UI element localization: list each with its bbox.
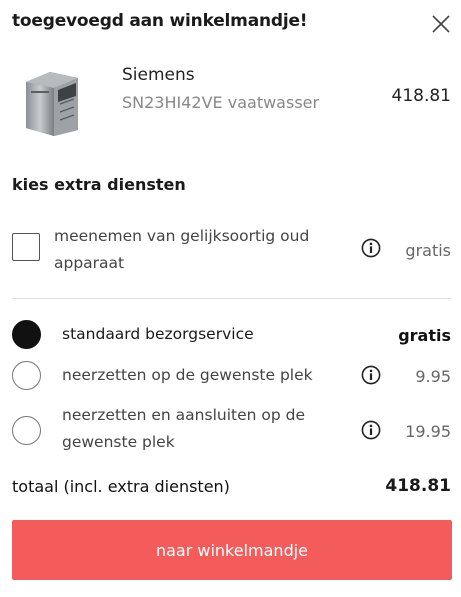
delivery-price-standard: gratis	[398, 326, 451, 345]
info-icon[interactable]	[361, 420, 381, 440]
delivery-price-installation: 19.95	[405, 422, 451, 441]
divider	[12, 298, 451, 299]
dishwasher-image	[26, 72, 78, 136]
product-brand: Siemens	[122, 65, 195, 85]
go-to-cart-label: naar winkelmandje	[155, 540, 309, 560]
modal-title: toegevoegd aan winkelmandje!	[12, 11, 308, 31]
takeback-label: meenemen van gelijksoortig oud apparaat	[54, 223, 309, 277]
added-to-cart-modal: toegevoegd aan winkelmandje! Siemens SN2…	[0, 0, 461, 597]
product-model: SN23HI42VE vaatwasser	[122, 93, 320, 112]
delivery-label-installation-line2: gewenste plek	[62, 433, 175, 451]
takeback-price: gratis	[405, 241, 451, 260]
total-label: totaal (incl. extra diensten)	[12, 477, 230, 496]
info-icon[interactable]	[361, 238, 381, 258]
close-icon[interactable]	[430, 13, 452, 35]
takeback-checkbox[interactable]	[12, 233, 40, 261]
delivery-label-installation-line1: neerzetten en aansluiten op de	[62, 406, 305, 424]
delivery-label-standard: standaard bezorgservice	[62, 325, 254, 343]
delivery-price-placement: 9.95	[415, 367, 451, 386]
info-icon[interactable]	[361, 365, 381, 385]
delivery-label-placement: neerzetten op de gewenste plek	[62, 366, 313, 384]
delivery-radio-installation[interactable]	[12, 416, 41, 445]
total-value: 418.81	[385, 476, 451, 496]
takeback-label-line2: apparaat	[54, 254, 125, 272]
go-to-cart-button[interactable]: naar winkelmandje	[12, 520, 452, 580]
product-price: 418.81	[391, 86, 451, 106]
services-title: kies extra diensten	[12, 175, 186, 194]
delivery-radio-placement[interactable]	[12, 361, 41, 390]
delivery-radio-standard[interactable]	[12, 320, 41, 349]
takeback-label-line1: meenemen van gelijksoortig oud	[54, 227, 310, 245]
delivery-label-installation: neerzetten en aansluiten op de gewenste …	[62, 402, 305, 456]
